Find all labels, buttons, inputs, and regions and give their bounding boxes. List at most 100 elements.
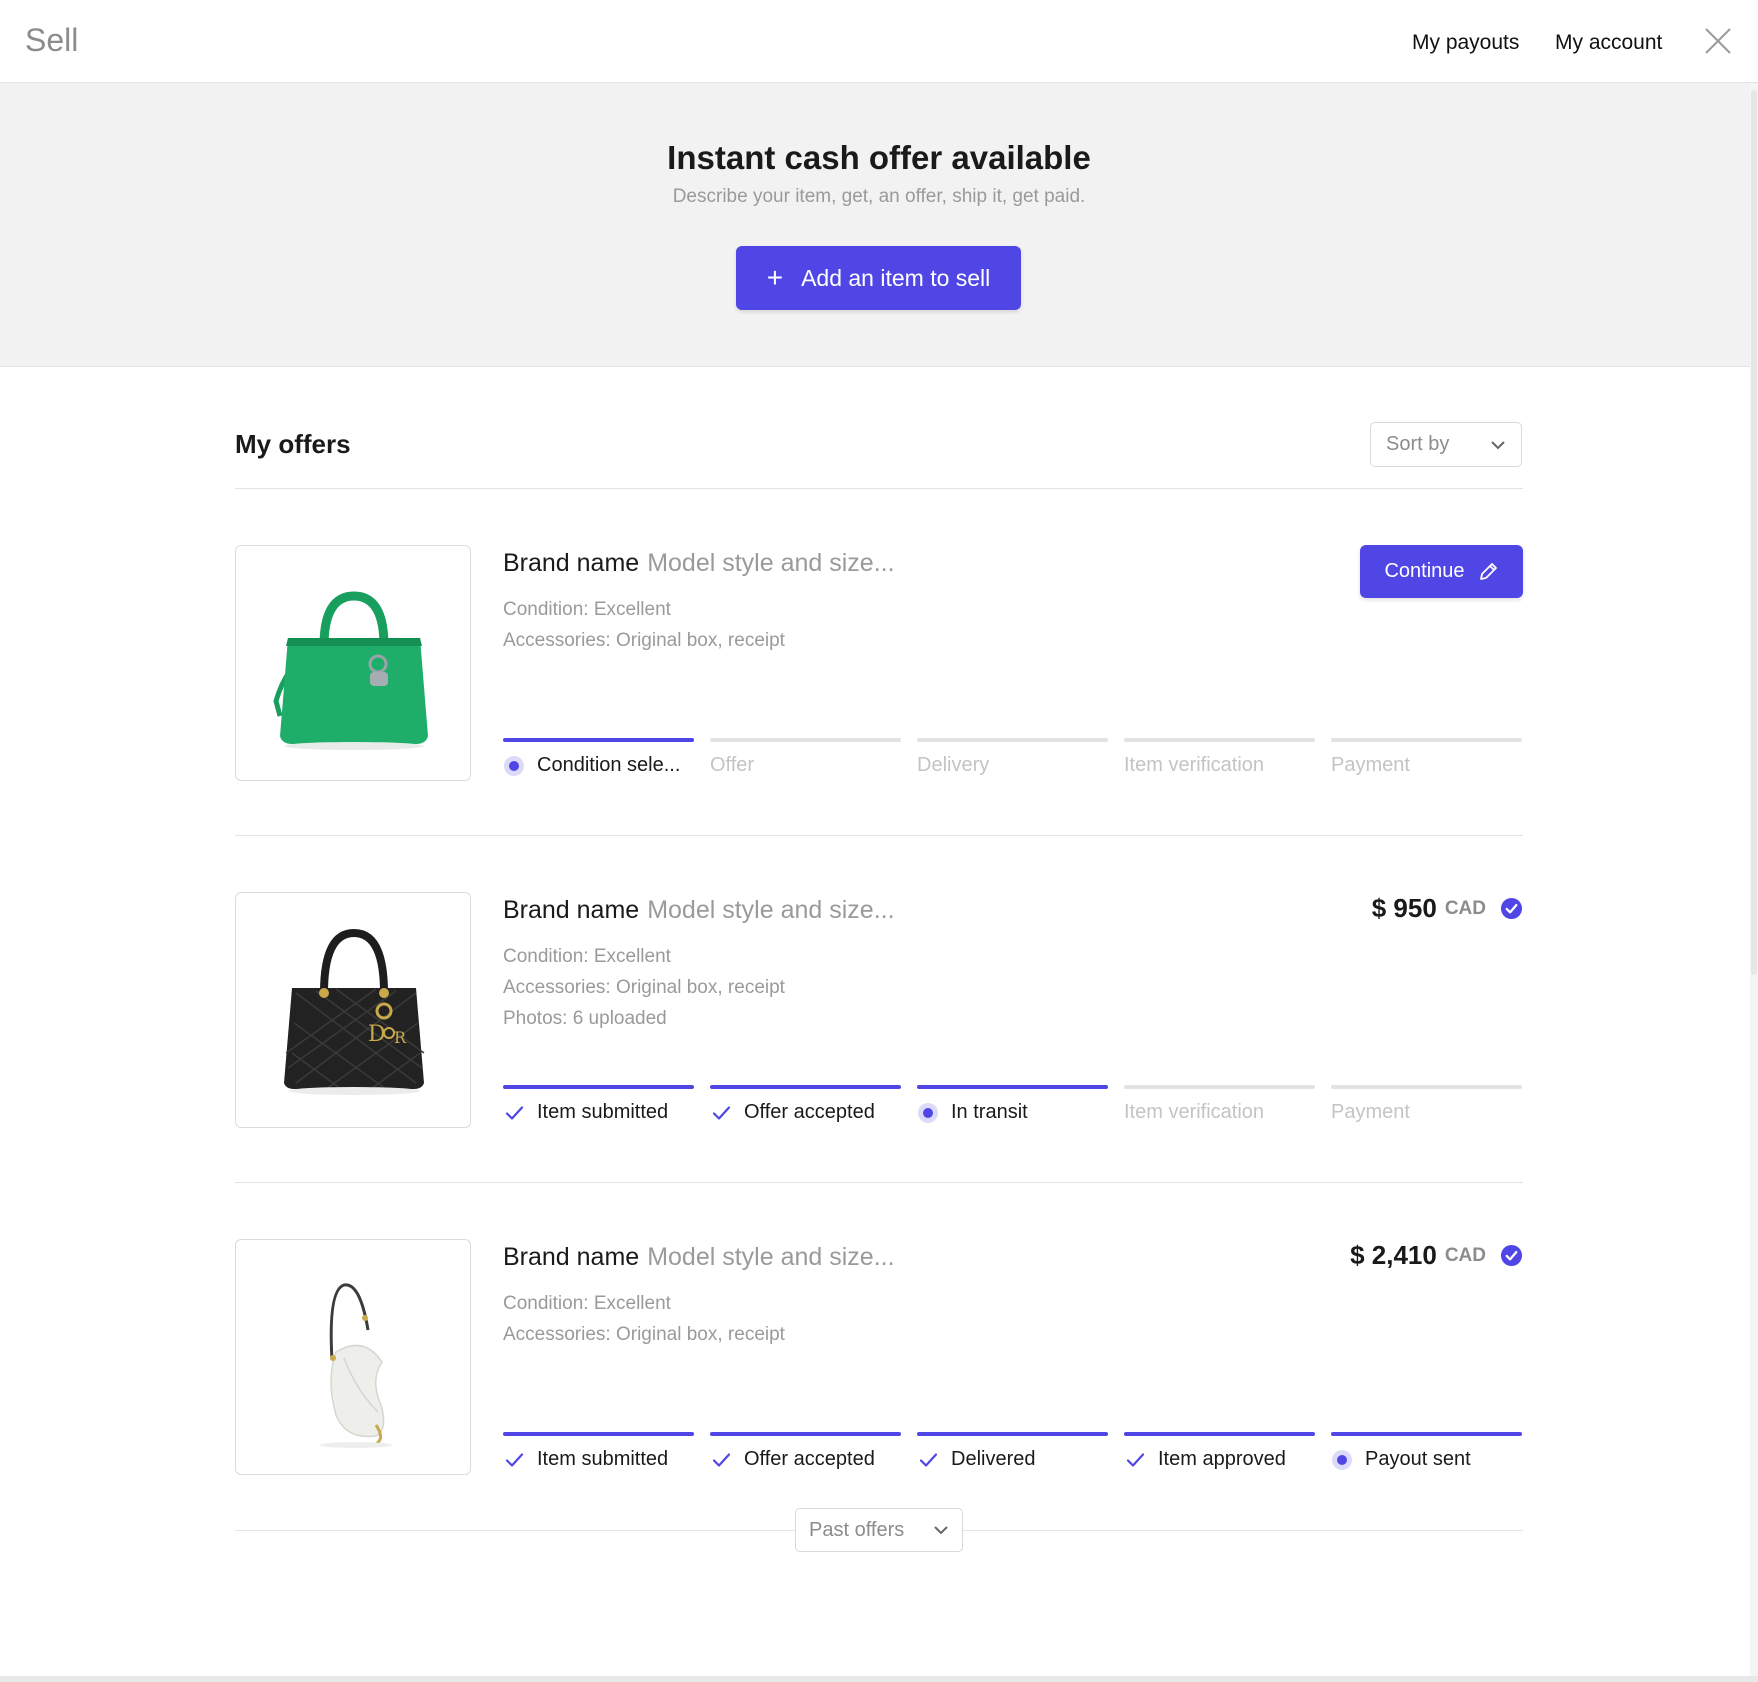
brand-name: Brand name bbox=[503, 896, 640, 924]
progress-step-label-wrap: Item verification bbox=[1124, 1101, 1264, 1124]
progress-step: Delivered bbox=[917, 1432, 1108, 1472]
progress-step-label: Payment bbox=[1331, 1101, 1410, 1123]
progress-step-label: In transit bbox=[951, 1101, 1028, 1123]
price-amount: $ 950 bbox=[1371, 893, 1437, 923]
price-currency: CAD bbox=[1444, 1244, 1486, 1266]
offer-price: $ 950 CAD bbox=[1372, 893, 1523, 924]
progress-step: Payout sent bbox=[1331, 1432, 1522, 1472]
add-item-button[interactable]: + Add an item to sell bbox=[736, 246, 1021, 310]
item-photo-green-handbag[interactable] bbox=[235, 545, 471, 781]
progress-step-label-wrap: Offer accepted bbox=[710, 1101, 875, 1124]
progress-step: Condition sele... bbox=[503, 738, 694, 778]
progress-step: Item verification bbox=[1124, 738, 1315, 778]
past-offers-label: Past offers bbox=[809, 1518, 905, 1541]
progress-step-label: Item approved bbox=[1158, 1448, 1286, 1470]
progress-step-label-wrap: Payout sent bbox=[1331, 1448, 1471, 1471]
item-photo-black-handbag[interactable]: D R bbox=[235, 892, 471, 1128]
divider bbox=[235, 488, 1523, 489]
progress-step: Item submitted bbox=[503, 1085, 694, 1125]
progress-step: Offer bbox=[710, 738, 901, 778]
offer-price: $ 2,410 CAD bbox=[1350, 1240, 1523, 1271]
offer-card: Brand name Model style and size... Condit… bbox=[235, 545, 1523, 785]
item-photo-white-saddle-bag[interactable] bbox=[235, 1239, 471, 1475]
progress-step-label: Condition sele... bbox=[537, 754, 681, 776]
scrollbar-thumb[interactable] bbox=[1751, 90, 1757, 975]
check-icon bbox=[505, 1452, 524, 1467]
progress-step-bar bbox=[503, 738, 694, 742]
offer-card: Brand name Model style and size... Condit… bbox=[235, 1239, 1523, 1479]
progress-steps: Condition sele... Offer Delivery Item verif… bbox=[503, 738, 1523, 778]
progress-step-bar bbox=[1331, 738, 1522, 742]
accessories-text: Accessories: Original box, receipt bbox=[503, 977, 785, 998]
progress-step-bar bbox=[917, 1085, 1108, 1089]
offer-title: Brand name Model style and size... bbox=[503, 896, 895, 925]
progress-step-label-wrap: Item submitted bbox=[503, 1101, 668, 1124]
check-icon bbox=[712, 1452, 731, 1467]
my-offers-title: My offers bbox=[235, 429, 351, 459]
check-icon bbox=[1126, 1452, 1145, 1467]
app-title: Sell bbox=[25, 22, 79, 58]
svg-text:R: R bbox=[394, 1028, 407, 1047]
progress-step-label: Offer bbox=[710, 754, 755, 776]
progress-step-label: Item submitted bbox=[537, 1101, 669, 1123]
progress-step: Offer accepted bbox=[710, 1085, 901, 1125]
page-bottom-edge bbox=[0, 1676, 1758, 1682]
banner-subtitle: Describe your item, get, an offer, ship … bbox=[672, 186, 1086, 207]
offer-title: Brand name Model style and size... bbox=[503, 1243, 895, 1272]
progress-step-label: Offer accepted bbox=[744, 1101, 875, 1123]
progress-step: Item verification bbox=[1124, 1085, 1315, 1125]
progress-step-bar bbox=[1124, 1432, 1315, 1436]
continue-button[interactable]: Continue bbox=[1360, 545, 1523, 598]
progress-step-label: Delivered bbox=[951, 1448, 1036, 1470]
model-name: Model style and size... bbox=[647, 896, 895, 924]
price-currency: CAD bbox=[1444, 897, 1486, 919]
sort-by-select[interactable]: Sort by bbox=[1370, 422, 1522, 467]
progress-step-label-wrap: Condition sele... bbox=[503, 754, 680, 777]
progress-step: Delivery bbox=[917, 738, 1108, 778]
progress-step-label-wrap: Offer bbox=[710, 754, 754, 777]
progress-step-bar bbox=[1124, 738, 1315, 742]
progress-step-bar bbox=[917, 1432, 1108, 1436]
close-icon[interactable] bbox=[1703, 26, 1733, 56]
plus-icon: + bbox=[766, 262, 784, 293]
offer-card: D R Brand name Model style and size... Co… bbox=[235, 892, 1523, 1132]
progress-step-label: Item verification bbox=[1124, 1101, 1265, 1123]
continue-button-label: Continue bbox=[1384, 560, 1465, 582]
progress-step-label-wrap: Item submitted bbox=[503, 1448, 668, 1471]
my-payouts-link[interactable]: My payouts bbox=[1412, 31, 1519, 55]
progress-step: Payment bbox=[1331, 1085, 1522, 1125]
progress-step: Payment bbox=[1331, 738, 1522, 778]
brand-name: Brand name bbox=[503, 549, 640, 577]
condition-text: Condition: Excellent bbox=[503, 946, 671, 967]
past-offers-toggle[interactable]: Past offers bbox=[795, 1508, 963, 1552]
progress-step-label-wrap: Delivered bbox=[917, 1448, 1035, 1471]
progress-step-bar bbox=[710, 1085, 901, 1089]
progress-step-bar bbox=[503, 1085, 694, 1089]
add-item-button-label: Add an item to sell bbox=[801, 264, 991, 291]
current-step-dot-icon bbox=[918, 1102, 938, 1123]
condition-text: Condition: Excellent bbox=[503, 1293, 671, 1314]
condition-text: Condition: Excellent bbox=[503, 599, 671, 620]
model-name: Model style and size... bbox=[647, 549, 895, 577]
progress-step: Offer accepted bbox=[710, 1432, 901, 1472]
chevron-down-icon bbox=[1491, 441, 1505, 450]
model-name: Model style and size... bbox=[647, 1243, 895, 1271]
progress-step-label-wrap: Item verification bbox=[1124, 754, 1264, 777]
svg-text:D: D bbox=[368, 1022, 386, 1047]
progress-step-bar bbox=[503, 1432, 694, 1436]
accessories-text: Accessories: Original box, receipt bbox=[503, 1324, 785, 1345]
pencil-icon bbox=[1479, 562, 1497, 580]
my-account-link[interactable]: My account bbox=[1555, 31, 1662, 55]
progress-step-bar bbox=[1331, 1085, 1522, 1089]
progress-step-label: Delivery bbox=[917, 754, 990, 776]
photos-text: Photos: 6 uploaded bbox=[503, 1008, 667, 1029]
progress-step: Item approved bbox=[1124, 1432, 1315, 1472]
check-icon bbox=[712, 1105, 731, 1120]
progress-step-label: Payout sent bbox=[1365, 1448, 1471, 1470]
progress-steps: Item submitted Offer accepted In transit It… bbox=[503, 1085, 1523, 1125]
banner-title: Instant cash offer available bbox=[667, 139, 1091, 176]
accessories-text: Accessories: Original box, receipt bbox=[503, 630, 785, 651]
chevron-down-icon bbox=[934, 1526, 948, 1535]
check-icon bbox=[505, 1105, 524, 1120]
divider bbox=[235, 1182, 1523, 1183]
